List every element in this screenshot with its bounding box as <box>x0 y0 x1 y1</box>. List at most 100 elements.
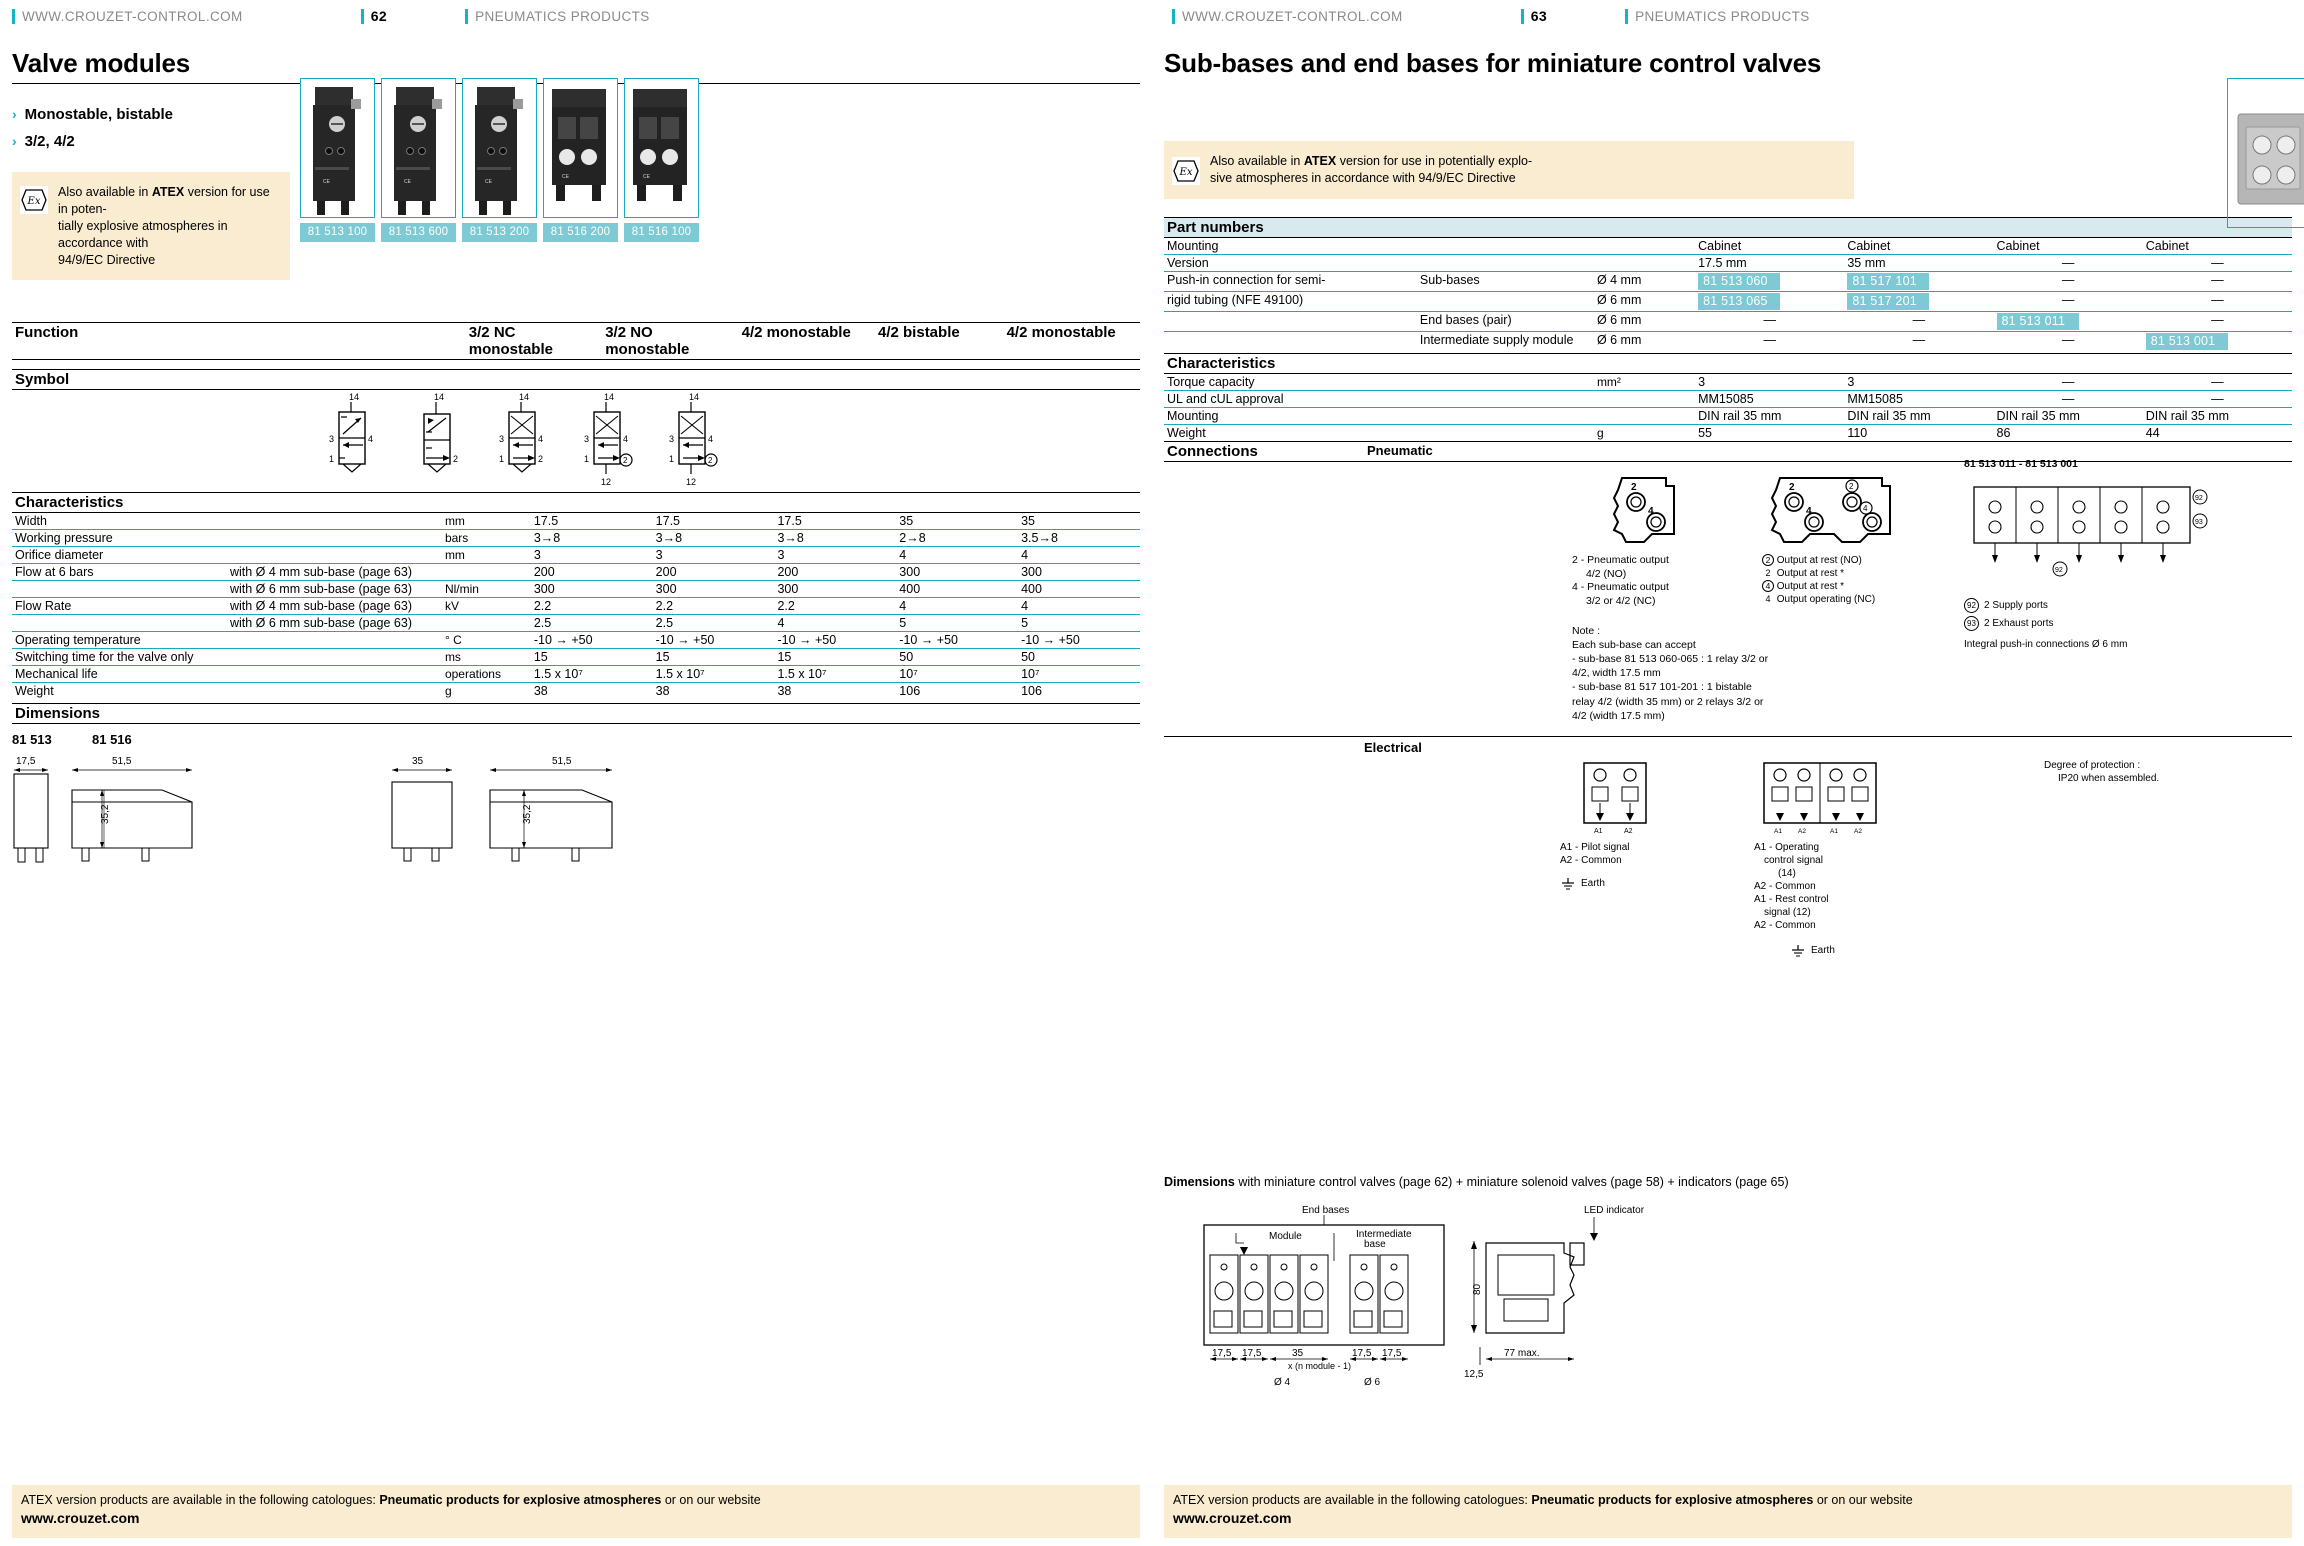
svg-text:3: 3 <box>329 434 334 444</box>
electrical-legend-2: A1 - Operating control signal (14) A2 - … <box>1754 841 1894 958</box>
legend-line: 2 Output at rest (NO) <box>1762 554 1952 567</box>
svg-text:CE: CE <box>323 179 331 185</box>
symbol-slot: 14 3 4 1 <box>312 390 397 490</box>
port-legend: 92 2 Supply ports 93 2 Exhaust ports Int… <box>1964 597 2224 651</box>
svg-text:2: 2 <box>708 456 713 465</box>
table-row: with Ø 6 mm sub-base (page 63) Nl/min 30… <box>12 580 1140 599</box>
port-92-icon: 92 <box>1964 597 1979 613</box>
cell-value: 15 <box>652 648 775 667</box>
svg-text:12,5: 12,5 <box>1464 1369 1484 1380</box>
part-number-badge: 81 513 060 <box>1698 272 1781 290</box>
terminal-block-dual-icon: A1 A2 A1 A2 <box>1763 762 1877 835</box>
table-row: Mounting DIN rail 35 mm DIN rail 35 mm D… <box>1164 407 2292 425</box>
table-row: Switching time for the valve only ms 15 … <box>12 648 1140 667</box>
section-label: Connections <box>1164 440 1364 462</box>
note-line: 4/2, width 17.5 mm <box>1572 667 1661 680</box>
cell-value: 4 <box>774 614 897 633</box>
port-93-icon: 93 <box>1964 615 1979 631</box>
valve-symbol-3-2-nc-icon: 14 3 4 1 <box>329 392 373 474</box>
valve-symbol-3-2-no-icon: 14 2 <box>422 392 458 474</box>
cell-value: 4 <box>896 597 1019 616</box>
terminal-block-icon: A1 A2 <box>1583 762 1647 835</box>
product-cell: CE 81 516 100 <box>624 78 699 242</box>
svg-text:14: 14 <box>604 392 614 402</box>
svg-text:A1: A1 <box>1594 828 1603 835</box>
dimensions-caption: Dimensions with miniature control valves… <box>1164 1175 2292 1189</box>
cell-value: 1.5 x 10⁷ <box>652 665 775 684</box>
cell-value: 2.2 <box>530 597 653 616</box>
label-module: Module <box>1269 1231 1302 1242</box>
table-row: Intermediate supply module Ø 6 mm — — — … <box>1164 331 2292 351</box>
product-cell: CE 81 513 200 <box>462 78 537 242</box>
legend-line: signal (12) <box>1764 906 1811 918</box>
cell-value: — <box>2142 254 2292 272</box>
row-unit: kV <box>441 597 531 616</box>
assembly-dimension-drawing-icon: End bases Module Intermediate base 17,5 … <box>1203 1205 1645 1388</box>
product-image: CE <box>381 78 456 218</box>
cell-value: — <box>2142 390 2292 408</box>
svg-text:CE: CE <box>404 179 412 185</box>
row-sublabel: Intermediate supply module <box>1419 332 1574 347</box>
cell-value: DIN rail 35 mm <box>2142 407 2292 425</box>
cell-value: 3→8 <box>774 529 897 548</box>
circled-2-icon: 2 <box>1762 554 1774 567</box>
row-unit <box>441 563 531 582</box>
row-label <box>1164 331 1417 351</box>
svg-text:17,5: 17,5 <box>1242 1348 1262 1359</box>
cell-value-chip: 81 517 201 <box>1844 291 1994 312</box>
port-layout-icon: 2 4 <box>1612 476 1675 543</box>
valve-symbol-4-2-monostable-icon: 14 3 4 1 2 <box>499 392 543 474</box>
atex-line1-pre: Also available in <box>58 185 152 199</box>
svg-text:17,5: 17,5 <box>1212 1348 1232 1359</box>
legend-line: 92 2 Supply ports <box>1964 597 2224 613</box>
legend-text: Output operating (NC) <box>1776 593 1876 605</box>
row-label: Weight <box>15 684 54 699</box>
page-title: Sub-bases and end bases for miniature co… <box>1164 48 1822 78</box>
row-label: Mounting <box>1164 237 1417 255</box>
section-label: Dimensions <box>12 703 1140 725</box>
row-sublabel <box>226 512 442 531</box>
svg-text:12: 12 <box>686 477 696 487</box>
row-label: Switching time for the valve only <box>12 648 227 667</box>
legend-line: 93 2 Exhaust ports <box>1964 615 2224 631</box>
svg-text:14: 14 <box>434 392 444 402</box>
cell-value: 17.5 mm <box>1695 254 1845 272</box>
part-number-badge: 81 513 065 <box>1698 292 1781 310</box>
assembly-schematic: 81 513 011 - 81 513 001 92 93 92 92 2 Su… <box>1964 458 2224 651</box>
legend-text: Output at rest (NO) <box>1776 554 1862 566</box>
row-sublabel: End bases (pair) <box>1416 311 1594 332</box>
footer-website-link[interactable]: www.crouzet.com <box>21 1510 140 1526</box>
svg-text:17,5: 17,5 <box>16 756 36 767</box>
row-label: UL and cUL approval <box>1164 390 1417 408</box>
dimensions-table-left: Dimensions <box>12 703 1140 725</box>
cell-value: — <box>2142 373 2292 391</box>
electrical-connections-area: Electrical A1 A2 A1 - Pilot signal A2 - … <box>1164 735 2292 957</box>
cell-value: Cabinet <box>1695 237 1845 255</box>
table-row: Orifice diameter mm 3 3 3 4 4 <box>12 546 1140 565</box>
svg-text:4: 4 <box>708 434 713 444</box>
note-line: 4/2 (width 17.5 mm) <box>1572 709 1665 722</box>
table-row: Torque capacity mm² 3 3 — — <box>1164 373 2292 391</box>
footer-website-link[interactable]: www.crouzet.com <box>1173 1510 1292 1526</box>
cell-value: 35 <box>1018 512 1140 531</box>
table-row: Operating temperature ° C -10 → +50 -10 … <box>12 631 1140 650</box>
legend-line: 4 - Pneumatic output <box>1572 581 1669 594</box>
row-sublabel <box>1416 291 1594 312</box>
row-unit: operations <box>441 665 531 684</box>
electrical-diagram-1: A1 A2 <box>1574 759 1664 837</box>
table-section-header: Symbol <box>12 369 1140 391</box>
svg-text:51,5: 51,5 <box>112 756 132 767</box>
table-row: Mechanical life operations 1.5 x 10⁷ 1.5… <box>12 665 1140 684</box>
dimension-group-title-81516: 81 516 <box>92 727 372 750</box>
legend-line: 4 Output operating (NC) <box>1762 593 1952 606</box>
cell-value: 17.5 <box>530 512 653 531</box>
note-line: Degree of protection : <box>2044 759 2141 771</box>
footer-right: ATEX version products are available in t… <box>1164 1484 2292 1538</box>
atex-notice-right: Ex Also available in ATEX version for us… <box>1164 141 1854 199</box>
svg-text:12: 12 <box>601 477 611 487</box>
cell-value: 4 <box>896 546 1019 565</box>
cell-value: — <box>2142 271 2292 292</box>
product-image: CE <box>624 78 699 218</box>
table-row: with Ø 6 mm sub-base (page 63) 2.5 2.5 4… <box>12 614 1140 633</box>
note-line: Note : <box>1572 624 1601 637</box>
